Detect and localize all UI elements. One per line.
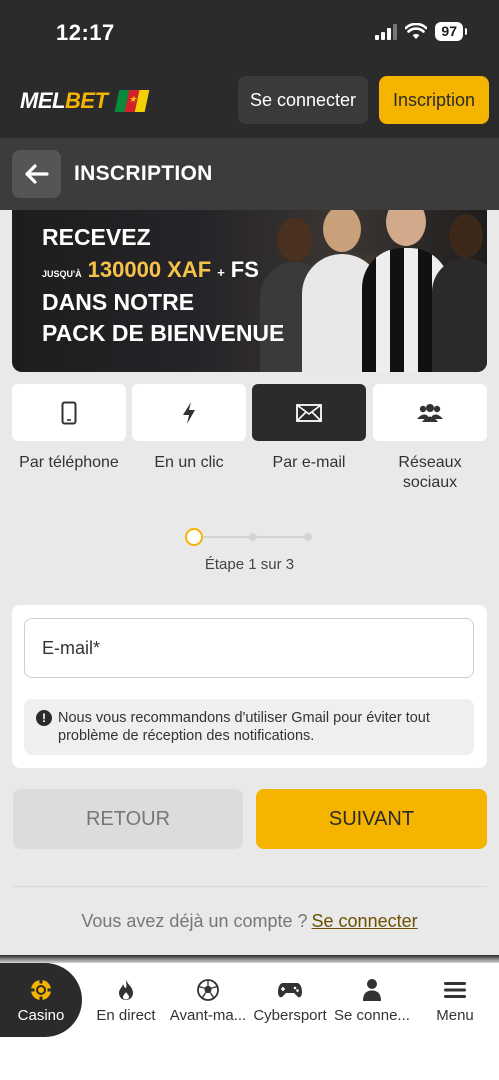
player-illustration — [432, 214, 487, 372]
nav-login[interactable]: Se conne... — [332, 963, 412, 1037]
lightning-icon — [183, 401, 195, 424]
existing-account-prompt: Vous avez déjà un compte ? Se connecter — [0, 911, 499, 932]
hamburger-icon — [444, 981, 466, 998]
step-dot — [304, 533, 312, 541]
gamepad-icon — [278, 982, 302, 997]
page-title: INSCRIPTION — [74, 162, 213, 185]
nav-casino[interactable]: Casino — [0, 963, 82, 1037]
method-one-click-label: En un clic — [154, 454, 224, 471]
method-email[interactable]: Par e-mail — [252, 384, 366, 473]
method-email-label: Par e-mail — [272, 454, 346, 471]
cameroon-flag-icon — [115, 90, 150, 112]
nav-cybersport-label: Cybersport — [253, 1006, 327, 1024]
method-social[interactable]: Réseaux sociaux — [373, 384, 487, 493]
gmail-recommendation-notice: ! Nous vous recommandons d'utiliser Gmai… — [24, 699, 474, 755]
existing-account-text: Vous avez déjà un compte ? — [81, 911, 308, 931]
melbet-logo[interactable]: MELBET — [20, 88, 150, 114]
promo-banner[interactable]: RECEVEZ JUSQU'À 130000 XAF + FS DANS NOT… — [12, 210, 487, 372]
envelope-icon — [296, 403, 322, 422]
banner-text: RECEVEZ JUSQU'À 130000 XAF + FS DANS NOT… — [42, 224, 285, 346]
info-exclamation-icon: ! — [36, 710, 52, 726]
user-icon — [363, 978, 381, 1001]
method-social-label: Réseaux sociaux — [398, 454, 462, 491]
arrow-left-icon — [24, 164, 49, 184]
nav-menu-label: Menu — [436, 1006, 474, 1024]
method-one-click[interactable]: En un clic — [132, 384, 246, 473]
method-phone[interactable]: Par téléphone — [12, 384, 126, 473]
flame-icon — [119, 979, 133, 1000]
logo-text: MELBET — [20, 88, 108, 113]
nav-live[interactable]: En direct — [86, 963, 166, 1037]
wifi-icon — [405, 23, 428, 39]
hint-text: Nous vous recommandons d'utiliser Gmail … — [58, 710, 430, 744]
phone-icon — [61, 401, 77, 424]
nav-prematch-label: Avant-ma... — [169, 1006, 247, 1024]
method-one-click-button[interactable] — [132, 384, 246, 441]
step-indicator — [185, 528, 315, 546]
soccer-ball-icon — [197, 978, 219, 1001]
nav-casino-label: Casino — [17, 1006, 65, 1024]
battery-indicator: 97 — [435, 22, 467, 41]
status-bar: 12:17 97 — [0, 0, 499, 64]
next-button[interactable]: SUIVANT — [256, 789, 487, 849]
bottom-navigation: Casino En direct Avant-ma... Cybersport … — [0, 963, 499, 1080]
nav-cybersport[interactable]: Cybersport — [250, 963, 330, 1037]
back-arrow-button[interactable] — [12, 150, 61, 198]
status-icons: 97 — [375, 22, 467, 41]
login-button[interactable]: Se connecter — [238, 76, 368, 124]
login-link[interactable]: Se connecter — [312, 911, 418, 931]
app-header: MELBET Se connecter Inscription — [0, 64, 499, 138]
status-time: 12:17 — [56, 20, 115, 45]
register-button[interactable]: Inscription — [379, 76, 489, 124]
email-field[interactable] — [24, 618, 474, 678]
nav-live-label: En direct — [96, 1006, 156, 1024]
back-button[interactable]: RETOUR — [13, 789, 243, 849]
cellular-signal-icon — [375, 23, 398, 40]
nav-login-label: Se conne... — [334, 1006, 410, 1024]
divider — [13, 886, 487, 887]
method-phone-button[interactable] — [12, 384, 126, 441]
method-social-button[interactable] — [373, 384, 487, 441]
method-phone-label: Par téléphone — [19, 454, 119, 471]
method-email-button[interactable] — [252, 384, 366, 441]
step-text: Étape 1 sur 3 — [204, 556, 295, 573]
registration-form: ! Nous vous recommandons d'utiliser Gmai… — [12, 605, 487, 768]
step-current-dot — [185, 528, 203, 546]
nav-menu[interactable]: Menu — [414, 963, 496, 1037]
page-header: INSCRIPTION — [0, 138, 499, 210]
nav-prematch[interactable]: Avant-ma... — [168, 963, 248, 1037]
step-dot — [249, 533, 257, 541]
users-icon — [417, 403, 443, 422]
bonus-amount: 130000 XAF — [87, 257, 212, 282]
casino-chip-icon — [30, 979, 52, 1000]
